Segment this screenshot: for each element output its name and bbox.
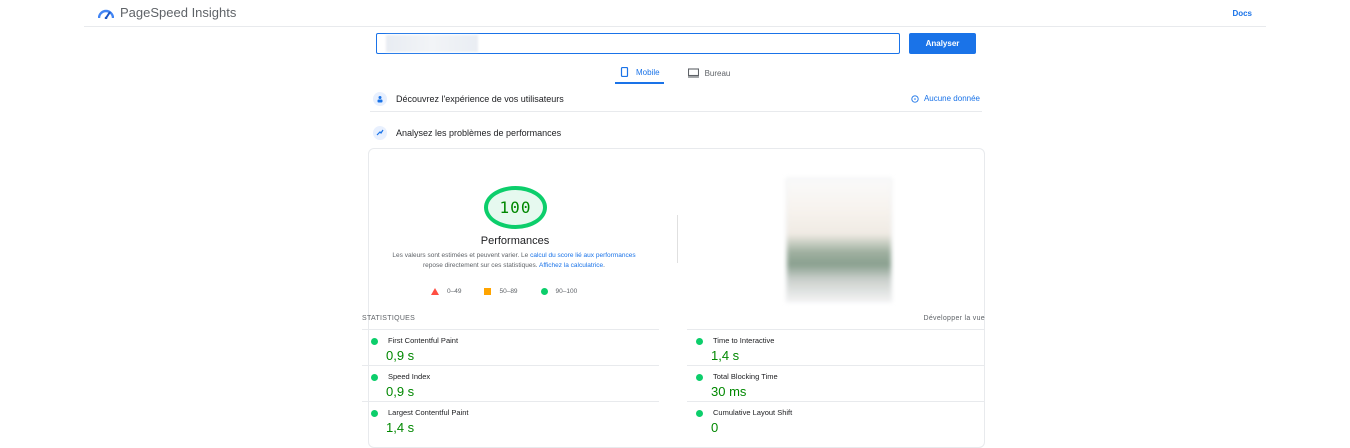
tab-desktop-label: Bureau <box>704 68 731 78</box>
metric-value: 1,4 s <box>386 420 415 435</box>
pass-dot-icon <box>696 410 703 417</box>
legend-average-label: 50–89 <box>499 288 518 295</box>
pass-dot-icon <box>696 338 703 345</box>
no-data-status: Aucune donnée <box>911 94 980 103</box>
expand-view-toggle[interactable]: Développer la vue <box>923 315 985 322</box>
top-bar: PageSpeed Insights Docs <box>84 0 1266 27</box>
users-icon <box>373 91 387 106</box>
metric-cls: Cumulative Layout Shift 0 <box>687 401 984 437</box>
average-square-icon <box>484 288 492 295</box>
lab-data-section: Analysez les problèmes de performances <box>370 120 982 146</box>
stats-title: STATISTIQUES <box>362 315 416 322</box>
performance-note: Les valeurs sont estimées et peuvent var… <box>386 251 642 271</box>
url-redacted <box>386 35 478 52</box>
calculator-link[interactable]: Affichez la calculatrice <box>539 262 603 269</box>
docs-link[interactable]: Docs <box>1232 9 1252 18</box>
performance-title: Performances <box>480 235 550 247</box>
metric-lcp: Largest Contentful Paint 1,4 s <box>362 401 659 437</box>
pass-dot-icon <box>371 374 378 381</box>
score-circle: 100 <box>484 186 547 229</box>
pass-circle-icon <box>540 288 548 295</box>
no-data-label: Aucune donnée <box>923 94 980 103</box>
note-text: Les valeurs sont estimées et peuvent var… <box>392 252 531 259</box>
metric-tbt: Total Blocking Time 30 ms <box>687 365 984 401</box>
metric-value: 0,9 s <box>386 384 415 399</box>
metric-value: 0 <box>711 420 719 435</box>
pass-dot-icon <box>371 338 378 345</box>
diagnostics-icon <box>373 126 387 140</box>
metric-name: Cumulative Layout Shift <box>713 408 793 417</box>
score-legend: 0–49 50–89 90–100 <box>431 288 577 295</box>
legend-fail: 0–49 <box>431 288 461 295</box>
analyse-button[interactable]: Analyser <box>909 33 976 54</box>
tab-mobile[interactable]: Mobile <box>615 62 664 84</box>
app-logo[interactable]: PageSpeed Insights <box>98 5 236 20</box>
performance-score: 100 <box>499 198 532 217</box>
pass-dot-icon <box>371 410 378 417</box>
fail-triangle-icon <box>431 288 439 295</box>
metric-value: 0,9 s <box>386 348 415 363</box>
info-icon <box>911 94 919 103</box>
legend-pass-label: 90–100 <box>555 288 578 295</box>
field-data-title: Découvrez l'expérience de vos utilisateu… <box>396 93 564 104</box>
metric-tti: Time to Interactive 1,4 s <box>687 329 984 365</box>
metric-speed-index: Speed Index 0,9 s <box>362 365 659 401</box>
metric-name: First Contentful Paint <box>388 336 459 345</box>
pass-dot-icon <box>696 374 703 381</box>
metric-fcp: First Contentful Paint 0,9 s <box>362 329 659 365</box>
phone-icon <box>620 67 629 77</box>
desktop-icon <box>687 68 699 78</box>
note-text-2: repose directement sur ces statistiques. <box>423 262 539 269</box>
card-divider <box>677 215 678 263</box>
field-data-section[interactable]: Découvrez l'expérience de vos utilisateu… <box>370 86 982 112</box>
metric-name: Speed Index <box>388 372 431 381</box>
tab-desktop[interactable]: Bureau <box>684 62 735 84</box>
metric-name: Time to Interactive <box>713 336 775 345</box>
metric-name: Largest Contentful Paint <box>388 408 469 417</box>
legend-average: 50–89 <box>484 288 518 295</box>
metric-name: Total Blocking Time <box>713 372 778 381</box>
note-text-3: . <box>603 262 605 269</box>
metric-value: 1,4 s <box>711 348 740 363</box>
stats-header: STATISTIQUES Développer la vue <box>362 315 985 322</box>
tab-mobile-label: Mobile <box>636 67 660 77</box>
lab-data-title: Analysez les problèmes de performances <box>396 128 562 138</box>
legend-pass: 90–100 <box>540 288 578 295</box>
app-title: PageSpeed Insights <box>120 5 237 20</box>
metric-value: 30 ms <box>711 384 747 399</box>
score-calc-link[interactable]: calcul du score lié aux performances <box>530 252 636 259</box>
performance-gauge: 100 <box>484 186 547 229</box>
pagespeed-logo-icon <box>98 9 114 19</box>
legend-fail-label: 0–49 <box>447 288 462 295</box>
page-screenshot-thumbnail <box>786 178 892 302</box>
device-tabs: Mobile Bureau <box>615 62 734 84</box>
